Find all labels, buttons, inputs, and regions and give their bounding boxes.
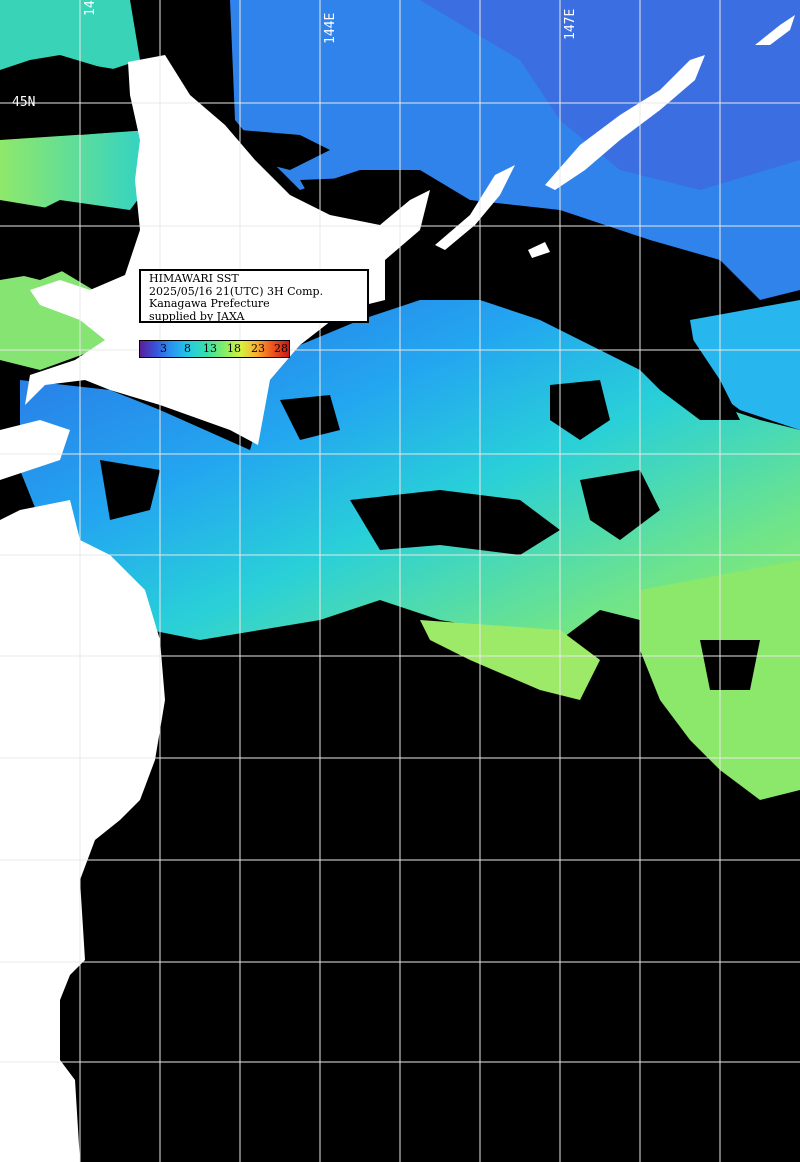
colorbar-tick: 28	[274, 342, 288, 355]
colorbar-tick: 13	[203, 342, 217, 355]
info-prefecture: Kanagawa Prefecture	[149, 297, 270, 310]
lon-label-144e: 144E	[323, 12, 338, 44]
info-legend-box: HIMAWARI SST 2025/05/16 21(UTC) 3H Comp.…	[139, 269, 369, 323]
lon-label-147e: 147E	[563, 8, 578, 40]
sst-map	[0, 0, 800, 1162]
info-title: HIMAWARI SST	[149, 272, 239, 285]
colorbar-tick: 18	[227, 342, 241, 355]
info-supplier: supplied by JAXA	[149, 309, 245, 323]
colorbar-tick: 3	[160, 342, 167, 355]
colorbar-tick: 23	[251, 342, 265, 355]
lat-label-45n: 45N	[12, 95, 36, 110]
colorbar-tick: 8	[184, 342, 191, 355]
lon-label-141e: 141E	[83, 0, 98, 16]
cloud-gap-9	[700, 640, 760, 690]
temperature-colorbar: 3 8 13 18 23 28	[139, 340, 290, 358]
